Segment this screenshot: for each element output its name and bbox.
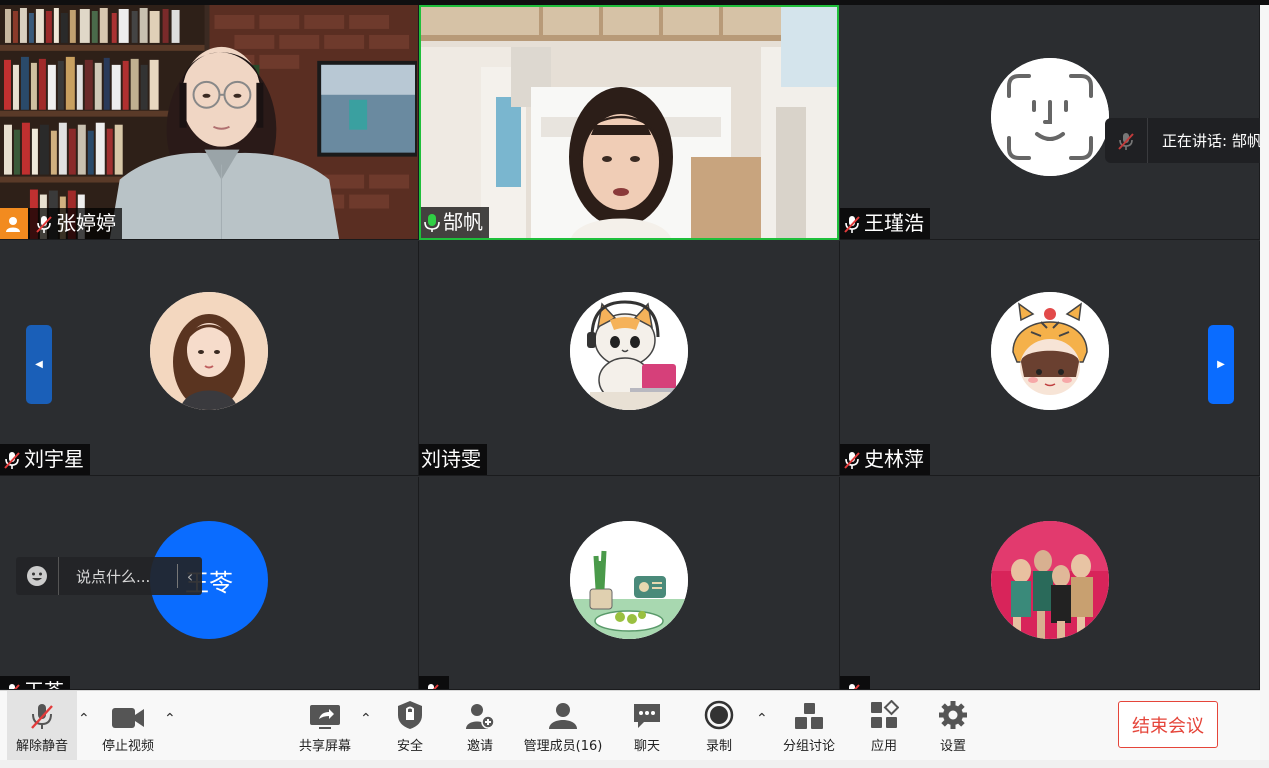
mic-off-icon [844,451,860,469]
mic-on-icon [424,213,440,232]
share-screen-button[interactable]: 共享屏幕 [295,691,355,761]
add-person-icon [465,700,495,730]
participant-tile[interactable] [840,477,1260,690]
people-icon [547,700,579,730]
shield-icon [397,700,423,730]
participant-tile[interactable]: ▶ 史林萍 [840,241,1260,476]
record-icon [704,700,734,730]
end-meeting-button[interactable]: 结束会议 [1118,701,1218,748]
avatar-illustration [150,292,268,410]
participant-name: 刘诗雯 [421,447,481,471]
participant-name: 王苓 [24,676,64,689]
mic-off-icon [1105,118,1148,163]
apps-button[interactable]: 应用 [864,691,904,761]
chat-input[interactable]: 说点什么... [59,566,177,587]
speaking-indicator: 正在讲话: 郜帆; [1105,118,1269,163]
stop-video-button[interactable]: 停止视频 [98,691,158,761]
mic-off-icon [28,700,56,730]
chevron-right-icon[interactable]: ▶ [1208,325,1234,404]
speaking-label: 正在讲话: 郜帆; [1162,132,1267,150]
meeting-window: 张婷婷 郜帆 王瑾浩 ◀ 刘宇星 刘诗雯 ▶ 史林萍 王苓 正在讲话: 郜帆; … [0,0,1269,768]
participant-avatar [990,521,1109,639]
settings-button[interactable]: 设置 [933,691,973,761]
face-id-icon [990,58,1109,176]
participant-name-tag: 史林萍 [840,444,930,475]
participant-tile[interactable]: 刘诗雯 [419,241,840,476]
avatar-photo [990,521,1109,639]
participant-tile-active-speaker[interactable]: 郜帆 [419,5,839,240]
participant-tile[interactable] [419,477,840,690]
video-camera-icon [111,700,145,730]
chevron-up-icon[interactable]: ⌃ [756,711,770,727]
background-app-status-bar [0,760,1269,768]
participant-name-tag: 刘诗雯 [419,444,487,475]
window-edge [1260,5,1269,760]
participant-video [0,5,418,239]
participant-name-tag [840,676,870,689]
apps-icon [869,700,899,730]
mic-off-icon [36,215,52,233]
participant-name-tag: 郜帆 [421,207,489,238]
breakout-rooms-button[interactable]: 分组讨论 [780,691,838,761]
unmute-button[interactable]: 解除静音 [7,691,77,761]
mic-off-icon [4,451,20,469]
chevron-up-icon[interactable]: ⌃ [360,711,374,727]
emoji-icon[interactable] [16,557,59,595]
chat-quick-box[interactable]: 说点什么... ‹ [16,557,202,595]
participant-name: 王瑾浩 [864,211,924,235]
meeting-toolbar: 解除静音 ⌃ 停止视频 ⌃ 共享屏幕 ⌃ 安全 邀请 管理成员(16) 聊天 录… [0,690,1260,761]
chat-bubble-icon [632,700,662,730]
avatar-illustration [990,292,1109,410]
breakout-icon [794,700,824,730]
chevron-left-icon[interactable]: ‹ [177,564,202,588]
host-badge [0,208,28,239]
participant-name-tag: 王瑾浩 [840,208,930,239]
participant-name: 郜帆 [443,210,483,234]
participant-video [421,7,837,238]
mic-off-icon [9,683,20,689]
mic-off-icon [844,215,860,233]
avatar-illustration [570,292,688,410]
participant-name-tag: 张婷婷 [0,208,122,239]
participant-name-tag [419,676,449,689]
user-icon [6,216,20,232]
mic-off-icon [849,683,860,689]
participant-tile[interactable]: 张婷婷 [0,5,419,240]
avatar-illustration [570,521,688,639]
mic-off-icon [428,683,439,689]
chat-button[interactable]: 聊天 [627,691,667,761]
participant-avatar [570,521,688,639]
participant-avatar [150,292,268,410]
chevron-left-icon[interactable]: ◀ [26,325,52,404]
participant-avatar [990,58,1109,176]
invite-button[interactable]: 邀请 [460,691,500,761]
participant-name-tag: 刘宇星 [0,444,90,475]
participant-name-tag: 王苓 [0,676,70,689]
participant-avatar [570,292,688,410]
gear-icon [938,700,968,730]
share-screen-icon [309,700,341,730]
participant-avatar [990,292,1109,410]
participant-name: 张婷婷 [56,211,116,235]
manage-members-button[interactable]: 管理成员(16) [520,691,606,761]
chevron-up-icon[interactable]: ⌃ [164,711,178,727]
chevron-up-icon[interactable]: ⌃ [78,711,92,727]
participant-name: 史林萍 [864,447,924,471]
record-button[interactable]: 录制 [699,691,739,761]
participant-tile[interactable]: ◀ 刘宇星 [0,241,419,476]
participant-name: 刘宇星 [24,447,84,471]
security-button[interactable]: 安全 [390,691,430,761]
